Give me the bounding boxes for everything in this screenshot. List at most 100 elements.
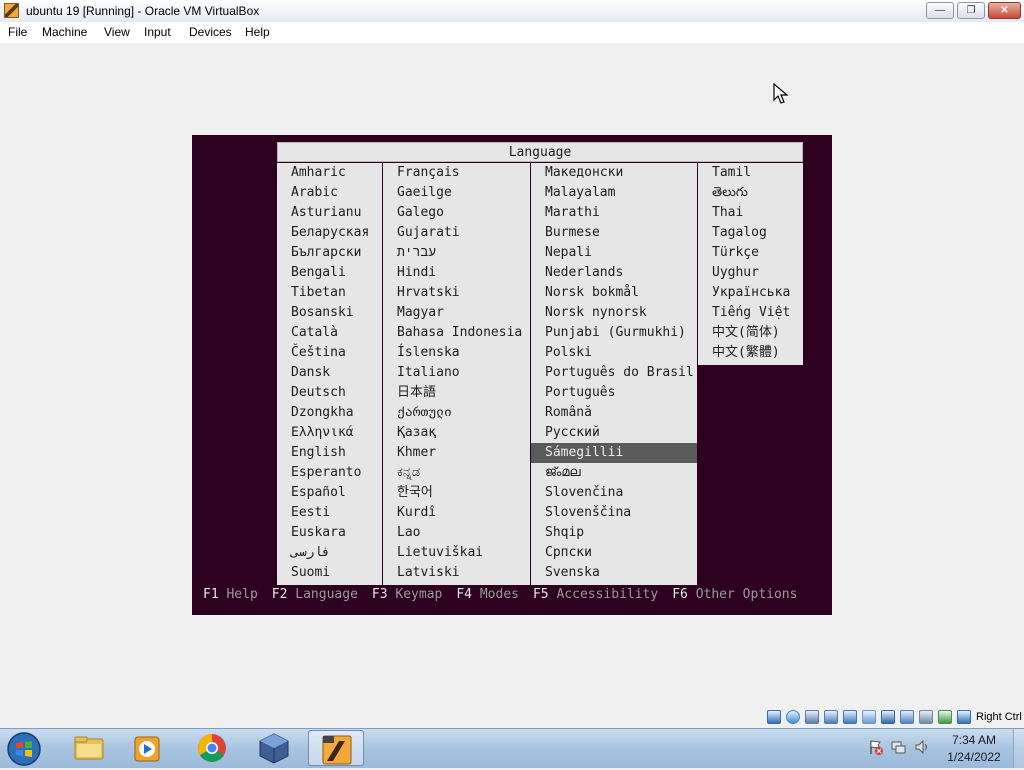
usb-icon[interactable] (843, 710, 857, 724)
language-option[interactable]: ಕನ್ನಡ (383, 463, 530, 483)
shared-folder-icon[interactable] (862, 710, 876, 724)
language-option[interactable]: Ελληνικά (277, 423, 382, 443)
video-capture-icon[interactable] (900, 710, 914, 724)
language-option[interactable]: Kurdî (383, 503, 530, 523)
language-option[interactable]: Hrvatski (383, 283, 530, 303)
menu-file[interactable]: File (8, 25, 27, 39)
language-option[interactable]: Slovenščina (531, 503, 697, 523)
function-key-f2[interactable]: F2 Language (272, 587, 358, 602)
language-option[interactable]: 日本語 (383, 383, 530, 403)
menu-input[interactable]: Input (144, 25, 171, 39)
volume-tray-icon[interactable] (914, 739, 930, 755)
language-option[interactable]: ജ്ംമല (531, 463, 697, 483)
display-icon[interactable] (881, 710, 895, 724)
media-player-button[interactable] (120, 730, 176, 766)
language-option[interactable]: Tamil (698, 163, 803, 183)
language-option[interactable]: Català (277, 323, 382, 343)
language-option[interactable]: Svenska (531, 563, 697, 583)
language-option[interactable]: Italiano (383, 363, 530, 383)
language-option[interactable]: Íslenska (383, 343, 530, 363)
language-option[interactable]: Bosanski (277, 303, 382, 323)
language-option[interactable]: Türkçe (698, 243, 803, 263)
language-option[interactable]: Deutsch (277, 383, 382, 403)
language-option[interactable]: Dzongkha (277, 403, 382, 423)
language-option[interactable]: Dansk (277, 363, 382, 383)
language-option[interactable]: Tagalog (698, 223, 803, 243)
language-option[interactable]: Hindi (383, 263, 530, 283)
language-option[interactable]: Burmese (531, 223, 697, 243)
language-option[interactable]: 中文(繁體) (698, 343, 803, 363)
language-option[interactable]: Қазақ (383, 423, 530, 443)
function-key-f4[interactable]: F4 Modes (456, 587, 519, 602)
language-option[interactable]: Português (531, 383, 697, 403)
language-option[interactable]: Čeština (277, 343, 382, 363)
menu-view[interactable]: View (104, 25, 130, 39)
optical-disk-icon[interactable] (786, 710, 800, 724)
window-title-bar[interactable]: ubuntu 19 [Running] - Oracle VM VirtualB… (0, 0, 1024, 23)
language-option[interactable]: Română (531, 403, 697, 423)
language-option[interactable]: Punjabi (Gurmukhi) (531, 323, 697, 343)
guest-screen[interactable]: Language Amharic Arabic Asturianu Беларуска… (192, 135, 832, 615)
language-option[interactable]: Español (277, 483, 382, 503)
language-option[interactable]: Magyar (383, 303, 530, 323)
language-option[interactable]: Eesti (277, 503, 382, 523)
language-option[interactable]: Suomi (277, 563, 382, 583)
language-option[interactable]: Polski (531, 343, 697, 363)
language-option[interactable]: Asturianu (277, 203, 382, 223)
language-option[interactable]: Latviski (383, 563, 530, 583)
network-icon[interactable] (824, 710, 838, 724)
virtualbox-manager-button[interactable] (246, 730, 302, 766)
language-option[interactable]: Tiếng Việt (698, 303, 803, 323)
function-key-f6[interactable]: F6 Other Options (672, 587, 797, 602)
language-option[interactable]: Esperanto (277, 463, 382, 483)
chrome-button[interactable] (184, 730, 240, 766)
language-option[interactable]: Shqip (531, 523, 697, 543)
function-key-f3[interactable]: F3 Keymap (372, 587, 442, 602)
language-option[interactable]: Marathi (531, 203, 697, 223)
clock-date[interactable]: 1/24/2022 (940, 750, 1008, 764)
language-option[interactable]: Norsk nynorsk (531, 303, 697, 323)
language-option[interactable]: Gaeilge (383, 183, 530, 203)
language-option[interactable]: Sámegillii (531, 443, 697, 463)
language-option[interactable]: Galego (383, 203, 530, 223)
function-key-f5[interactable]: F5 Accessibility (533, 587, 658, 602)
function-key-f1[interactable]: F1 Help (203, 587, 258, 602)
language-option[interactable]: Bengali (277, 263, 382, 283)
virtualbox-vm-button[interactable] (308, 730, 364, 766)
language-option[interactable]: Русский (531, 423, 697, 443)
language-option[interactable]: Français (383, 163, 530, 183)
language-option[interactable]: فارسی (277, 543, 382, 563)
language-option[interactable]: Uyghur (698, 263, 803, 283)
clock-time[interactable]: 7:34 AM (940, 733, 1008, 747)
language-option[interactable]: Македонски (531, 163, 697, 183)
language-option[interactable]: Norsk bokmål (531, 283, 697, 303)
language-option[interactable]: తెలుగు (698, 183, 803, 203)
menu-machine[interactable]: Machine (42, 25, 87, 39)
language-option[interactable]: Amharic (277, 163, 382, 183)
language-option[interactable]: Khmer (383, 443, 530, 463)
language-option[interactable]: Українська (698, 283, 803, 303)
show-desktop-button[interactable] (1013, 729, 1024, 768)
language-option[interactable]: 中文(简体) (698, 323, 803, 343)
language-option[interactable]: Српски (531, 543, 697, 563)
minimize-button[interactable]: — (926, 2, 954, 19)
language-option[interactable]: Malayalam (531, 183, 697, 203)
action-center-flag-icon[interactable] (868, 739, 884, 755)
menu-devices[interactable]: Devices (189, 25, 232, 39)
language-option[interactable]: ქართული (383, 403, 530, 423)
language-option[interactable]: Lietuviškai (383, 543, 530, 563)
language-option[interactable]: Nepali (531, 243, 697, 263)
language-option[interactable]: Lao (383, 523, 530, 543)
language-option[interactable]: Slovenčina (531, 483, 697, 503)
language-option[interactable]: Thai (698, 203, 803, 223)
language-option[interactable]: English (277, 443, 382, 463)
language-option[interactable]: Euskara (277, 523, 382, 543)
language-option[interactable]: Gujarati (383, 223, 530, 243)
start-orb-icon[interactable] (4, 731, 44, 767)
language-option[interactable]: 한국어 (383, 483, 530, 503)
language-option[interactable]: עברית (383, 243, 530, 263)
virtualization-icon[interactable] (919, 710, 933, 724)
maximize-button[interactable]: ❐ (957, 2, 985, 19)
audio-icon[interactable] (805, 710, 819, 724)
language-option[interactable]: Bahasa Indonesia (383, 323, 530, 343)
